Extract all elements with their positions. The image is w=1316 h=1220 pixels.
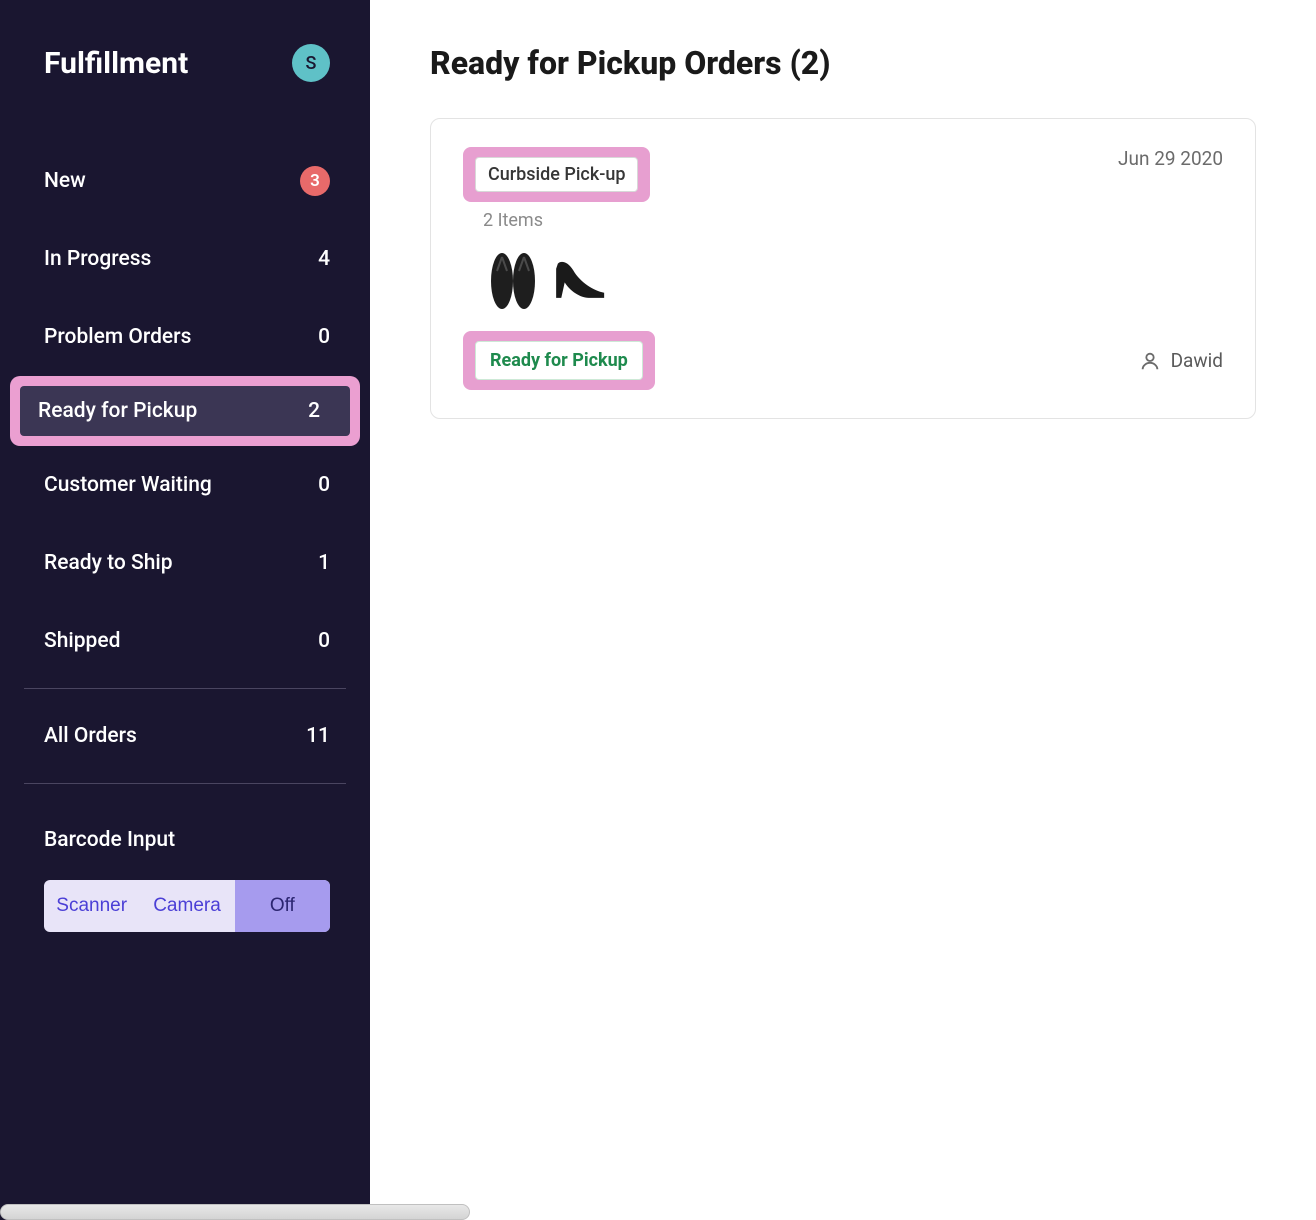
nav-label: Customer Waiting	[44, 473, 212, 497]
nav-item-new[interactable]: New 3	[0, 142, 370, 220]
nav-count: 2	[296, 399, 320, 423]
nav-count: 0	[306, 629, 330, 653]
nav-item-all-orders[interactable]: All Orders 11	[0, 697, 370, 775]
avatar[interactable]: S	[292, 44, 330, 82]
nav-count: 0	[306, 325, 330, 349]
order-card-bottom: Ready for Pickup Dawid	[463, 331, 1223, 390]
divider	[24, 783, 346, 784]
nav-badge-count: 3	[300, 166, 330, 196]
assignee-name: Dawid	[1171, 349, 1223, 372]
pickup-type-highlight: Curbside Pick-up	[463, 147, 650, 202]
nav-item-ready-for-pickup-highlight: Ready for Pickup 2	[0, 376, 370, 446]
segment-camera[interactable]: Camera	[139, 880, 234, 932]
nav-item-in-progress[interactable]: In Progress 4	[0, 220, 370, 298]
page-title: Ready for Pickup Orders (2)	[430, 44, 1256, 82]
items-count-line: 2 Items	[483, 210, 1223, 231]
segment-off[interactable]: Off	[235, 880, 330, 932]
barcode-segmented-control: Scanner Camera Off	[44, 880, 330, 932]
nav-count: 0	[306, 473, 330, 497]
nav-label: Ready for Pickup	[38, 399, 197, 423]
pickup-type-badge: Curbside Pick-up	[475, 157, 638, 192]
nav-label: Shipped	[44, 629, 120, 653]
status-badge: Ready for Pickup	[475, 341, 643, 380]
divider	[24, 688, 346, 689]
product-thumbnails	[483, 243, 1223, 315]
user-icon	[1139, 350, 1161, 372]
nav-label: Ready to Ship	[44, 551, 173, 575]
order-date: Jun 29 2020	[1118, 147, 1223, 170]
nav-label: All Orders	[44, 724, 137, 748]
status-badge-highlight: Ready for Pickup	[463, 331, 655, 390]
nav-count: 1	[306, 551, 330, 575]
order-card-top: Curbside Pick-up Jun 29 2020	[463, 147, 1223, 208]
horizontal-scrollbar[interactable]	[0, 1204, 470, 1220]
high-heel-icon	[551, 243, 611, 315]
nav-count: 4	[306, 247, 330, 271]
segment-scanner[interactable]: Scanner	[44, 880, 139, 932]
barcode-input-section: Barcode Input Scanner Camera Off	[0, 792, 370, 932]
order-card[interactable]: Curbside Pick-up Jun 29 2020 2 Items	[430, 118, 1256, 419]
nav-item-shipped[interactable]: Shipped 0	[0, 602, 370, 680]
sidebar: Fulfillment S New 3 In Progress 4 Proble…	[0, 0, 370, 1220]
assignee: Dawid	[1139, 349, 1223, 372]
nav-count: 11	[306, 724, 330, 748]
barcode-input-label: Barcode Input	[44, 828, 330, 852]
nav-label: Problem Orders	[44, 325, 191, 349]
nav-item-customer-waiting[interactable]: Customer Waiting 0	[0, 446, 370, 524]
nav-item-ready-to-ship[interactable]: Ready to Ship 1	[0, 524, 370, 602]
main-content: Ready for Pickup Orders (2) Curbside Pic…	[370, 0, 1316, 1220]
nav-label: In Progress	[44, 247, 151, 271]
nav-label: New	[44, 169, 86, 193]
nav-list: New 3 In Progress 4 Problem Orders 0 Rea…	[0, 142, 370, 680]
nav-item-ready-for-pickup[interactable]: Ready for Pickup 2	[20, 386, 350, 436]
nav-item-problem-orders[interactable]: Problem Orders 0	[0, 298, 370, 376]
flip-flops-icon	[483, 243, 543, 315]
sidebar-header: Fulfillment S	[0, 44, 370, 142]
app-title: Fulfillment	[44, 46, 188, 81]
